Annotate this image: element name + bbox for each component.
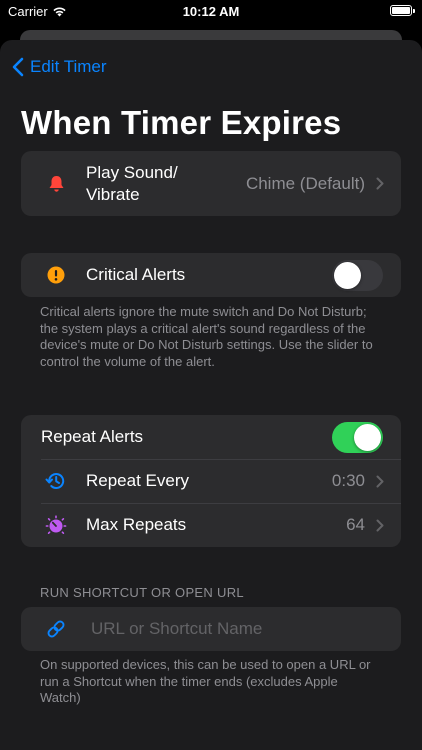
repeat-every-value: 0:30 bbox=[331, 471, 365, 490]
play-sound-label-line1: Play Sound/ bbox=[86, 162, 178, 182]
chevron-right-icon bbox=[376, 475, 384, 487]
status-time: 10:12 AM bbox=[182, 4, 240, 19]
toggle-knob bbox=[354, 423, 381, 451]
shortcut-input-row[interactable]: URL or Shortcut Name bbox=[21, 607, 401, 651]
back-button[interactable]: Edit Timer bbox=[12, 57, 107, 77]
bell-icon bbox=[39, 172, 73, 196]
shortcut-input[interactable]: URL or Shortcut Name bbox=[91, 619, 262, 639]
exclamation-circle-icon bbox=[39, 263, 73, 287]
play-sound-label-line2: Vibrate bbox=[86, 184, 140, 204]
critical-alerts-row: Critical Alerts bbox=[21, 253, 401, 297]
sound-group: Play Sound/ Vibrate Chime (Default) bbox=[21, 151, 401, 216]
repeat-group: Repeat Alerts Repeat Every 0:30 Max Repe… bbox=[21, 415, 401, 547]
status-bar: Carrier 10:12 AM bbox=[0, 0, 422, 24]
modal-sheet: Edit Timer When Timer Expires Play Sound… bbox=[0, 40, 422, 750]
repeat-alerts-label: Repeat Alerts bbox=[41, 427, 144, 446]
toggle-knob bbox=[334, 261, 361, 289]
critical-alerts-group: Critical Alerts bbox=[21, 253, 401, 297]
max-repeats-value: 64 bbox=[346, 515, 365, 534]
shortcut-group: URL or Shortcut Name bbox=[21, 607, 401, 651]
gauge-icon bbox=[39, 513, 73, 537]
max-repeats-label: Max Repeats bbox=[86, 515, 187, 534]
page-title: When Timer Expires bbox=[21, 104, 342, 141]
chevron-right-icon bbox=[376, 519, 384, 531]
play-sound-value: Chime (Default) bbox=[245, 173, 365, 193]
play-sound-row[interactable]: Play Sound/ Vibrate Chime (Default) bbox=[21, 151, 401, 216]
repeat-alerts-row: Repeat Alerts bbox=[21, 415, 401, 459]
clock-repeat-icon bbox=[39, 469, 73, 493]
critical-alerts-label: Critical Alerts bbox=[86, 265, 186, 284]
play-sound-label: Play Sound/ Vibrate bbox=[86, 162, 178, 206]
chevron-left-icon bbox=[12, 57, 24, 77]
back-button-label: Edit Timer bbox=[30, 57, 107, 76]
shortcut-footer: On supported devices, this can be used t… bbox=[40, 657, 371, 705]
repeat-every-label: Repeat Every bbox=[86, 471, 189, 490]
repeat-alerts-toggle[interactable] bbox=[332, 421, 383, 453]
critical-alerts-footer: Critical alerts ignore the mute switch a… bbox=[40, 304, 373, 369]
chevron-right-icon bbox=[376, 177, 384, 190]
critical-alerts-toggle[interactable] bbox=[332, 259, 383, 291]
repeat-every-row[interactable]: Repeat Every 0:30 bbox=[21, 459, 401, 503]
shortcut-section-header: RUN SHORTCUT OR OPEN URL bbox=[40, 585, 244, 600]
max-repeats-row[interactable]: Max Repeats 64 bbox=[21, 503, 401, 547]
battery-icon bbox=[390, 5, 415, 16]
link-icon bbox=[39, 617, 73, 641]
